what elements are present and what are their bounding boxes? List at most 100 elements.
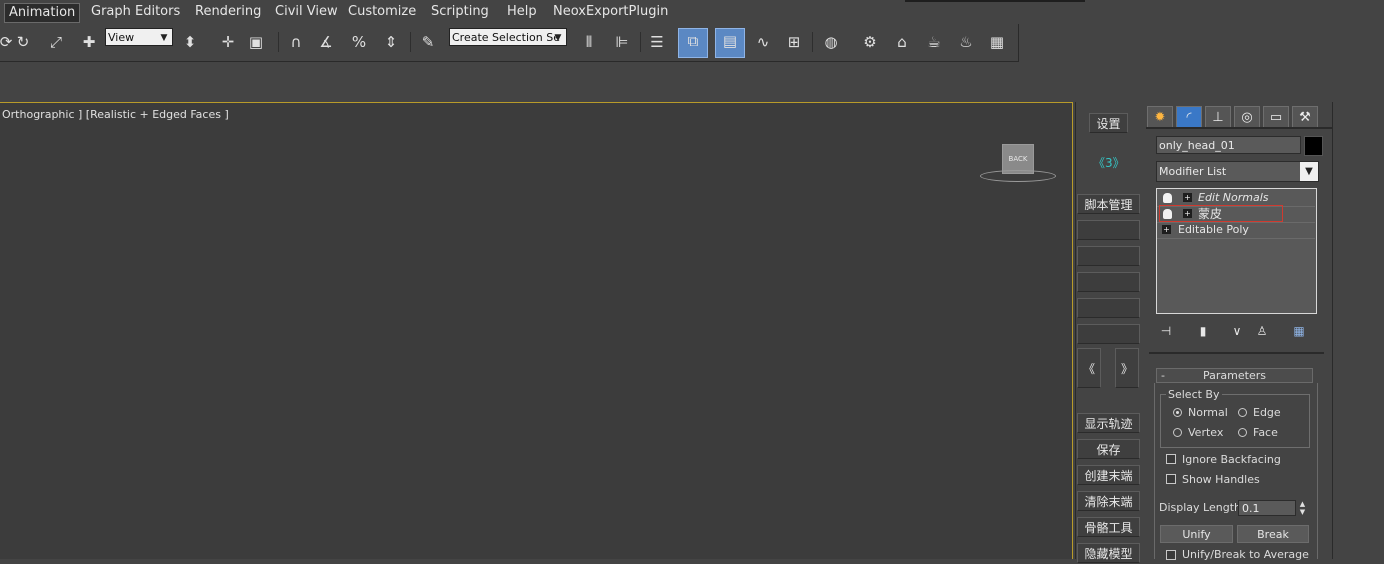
curve-editor-icon[interactable]: ∿ xyxy=(751,30,775,54)
radio-face-label: Face xyxy=(1253,426,1278,439)
configure-modifier-sets-icon[interactable]: ▦ xyxy=(1290,322,1308,340)
prev-page-button[interactable]: 《 xyxy=(1077,348,1101,388)
command-panel-gutter xyxy=(1332,102,1384,559)
menu-graph-editors[interactable]: Graph Editors xyxy=(87,3,184,21)
toggle-ribbon-icon[interactable]: ▤ xyxy=(715,28,745,58)
show-end-result-icon[interactable]: ▮ xyxy=(1194,322,1212,340)
show-trajectory-button[interactable]: 显示轨迹 xyxy=(1077,413,1140,433)
toolbar-divider xyxy=(812,32,813,52)
reference-coordinate-combo[interactable]: View ▼ xyxy=(105,28,173,46)
percent-snap-icon[interactable]: % xyxy=(347,30,371,54)
settings-button[interactable]: 设置 xyxy=(1089,113,1128,133)
radio-vertex[interactable] xyxy=(1173,428,1182,437)
radio-face[interactable] xyxy=(1238,428,1247,437)
bone-tools-button[interactable]: 骨骼工具 xyxy=(1077,517,1140,537)
page-indicator: 《3》 xyxy=(1093,156,1125,170)
tab-create[interactable]: ✹ xyxy=(1147,106,1173,128)
hammer-icon: ⚒ xyxy=(1299,110,1311,125)
empty-slot-button[interactable] xyxy=(1077,246,1140,266)
expand-icon[interactable]: + xyxy=(1162,225,1171,234)
render-iterative-icon[interactable]: ♨ xyxy=(954,30,978,54)
lightbulb-icon[interactable] xyxy=(1163,193,1172,203)
pin-stack-icon[interactable]: ⊣ xyxy=(1157,322,1175,340)
align-icon[interactable]: ⊫ xyxy=(610,30,634,54)
schematic-view-icon[interactable]: ⊞ xyxy=(782,30,806,54)
object-color-swatch[interactable] xyxy=(1304,136,1323,156)
break-button[interactable]: Break xyxy=(1237,525,1309,543)
angle-snap-icon[interactable]: ∡ xyxy=(314,30,338,54)
unify-button[interactable]: Unify xyxy=(1160,525,1233,543)
select-by-title: Select By xyxy=(1166,388,1222,401)
scene-explorer-icon[interactable]: ⧉ xyxy=(678,28,708,58)
placement-icon[interactable]: ✚ xyxy=(77,30,101,54)
make-unique-icon[interactable]: ∨ xyxy=(1228,322,1246,340)
display-length-field[interactable]: 0.1 xyxy=(1238,500,1296,516)
edit-named-selection-icon[interactable]: ✎ xyxy=(416,30,440,54)
render-setup-icon[interactable]: ⚙ xyxy=(858,30,882,54)
named-selection-set-combo[interactable]: Create Selection Se ▼ xyxy=(449,28,567,46)
show-handles-checkbox[interactable] xyxy=(1166,474,1176,484)
menu-customize[interactable]: Customize xyxy=(344,3,420,21)
unify-break-average-label: Unify/Break to Average xyxy=(1182,548,1309,561)
menu-scripting[interactable]: Scripting xyxy=(427,3,493,21)
viewport-orthographic[interactable] xyxy=(0,102,1073,559)
display-length-spinner[interactable]: ▲ ▼ xyxy=(1297,500,1308,516)
menu-help[interactable]: Help xyxy=(503,3,541,21)
empty-slot-button[interactable] xyxy=(1077,324,1140,344)
empty-slot-button[interactable] xyxy=(1077,272,1140,292)
named-selection-set-value: Create Selection Se xyxy=(452,31,560,44)
tab-divider xyxy=(1146,127,1332,129)
hide-model-button[interactable]: 隐藏模型 xyxy=(1077,543,1140,563)
stack-item-editable-poly[interactable]: + Editable Poly xyxy=(1157,222,1315,239)
toolbar-divider xyxy=(640,32,641,52)
radio-edge[interactable] xyxy=(1238,408,1247,417)
clear-end-button[interactable]: 清除末端 xyxy=(1077,491,1140,511)
expand-icon[interactable]: + xyxy=(1183,193,1192,202)
spinner-snap-icon[interactable]: ⇕ xyxy=(379,30,403,54)
remove-modifier-icon[interactable]: ♙ xyxy=(1253,322,1271,340)
mirror-icon[interactable]: ⫴ xyxy=(577,30,601,54)
render-to-texture-icon[interactable]: ▦ xyxy=(985,30,1009,54)
create-end-button[interactable]: 创建末端 xyxy=(1077,465,1140,485)
toolbar-divider xyxy=(278,32,279,52)
snaps-toggle-icon[interactable]: ∩ xyxy=(284,30,308,54)
chevron-down-icon: ▼ xyxy=(1300,162,1318,181)
viewcube-compass-ring[interactable] xyxy=(980,170,1056,182)
tab-modify[interactable]: ◜ xyxy=(1176,106,1202,128)
menu-animation[interactable]: Animation xyxy=(4,3,81,23)
panel-divider xyxy=(1149,352,1324,354)
parameters-rollout-header[interactable]: - Parameters xyxy=(1156,368,1313,383)
tab-utilities[interactable]: ⚒ xyxy=(1292,106,1318,128)
menu-rendering[interactable]: Rendering xyxy=(191,3,265,21)
toolbar-divider xyxy=(410,32,411,52)
layer-manager-icon[interactable]: ☰ xyxy=(645,30,669,54)
menu-civil-view[interactable]: Civil View xyxy=(271,3,342,21)
pivot-center-icon[interactable]: ⬍ xyxy=(178,30,202,54)
rendered-frame-window-icon[interactable]: ⌂ xyxy=(890,30,914,54)
keyboard-shortcut-override-icon[interactable]: ▣ xyxy=(244,30,268,54)
material-editor-icon[interactable]: ◍ xyxy=(819,30,843,54)
next-page-button[interactable]: 》 xyxy=(1115,348,1139,388)
viewport-label[interactable]: Orthographic ] [Realistic + Edged Faces … xyxy=(2,108,229,121)
menu-neox-export-plugin[interactable]: NeoxExportPlugin xyxy=(549,3,672,21)
tab-hierarchy[interactable]: ⊥ xyxy=(1205,106,1231,128)
select-rotate-icon[interactable]: ↻ xyxy=(11,30,35,54)
tab-motion[interactable]: ◎ xyxy=(1234,106,1260,128)
script-manager-button[interactable]: 脚本管理 xyxy=(1077,194,1140,214)
radio-normal[interactable] xyxy=(1173,408,1182,417)
radio-edge-label: Edge xyxy=(1253,406,1281,419)
save-button[interactable]: 保存 xyxy=(1077,439,1140,459)
scale-icon[interactable]: ⤢ xyxy=(44,30,68,54)
spinner-down-icon[interactable]: ▼ xyxy=(1300,508,1305,516)
empty-slot-button[interactable] xyxy=(1077,220,1140,240)
tab-display[interactable]: ▭ xyxy=(1263,106,1289,128)
spinner-up-icon[interactable]: ▲ xyxy=(1300,500,1305,508)
select-by-group xyxy=(1160,394,1310,448)
modifier-list-dropdown[interactable]: Modifier List ▼ xyxy=(1156,161,1319,182)
empty-slot-button[interactable] xyxy=(1077,298,1140,318)
object-name-field[interactable]: only_head_01 xyxy=(1156,136,1301,154)
ignore-backfacing-checkbox[interactable] xyxy=(1166,454,1176,464)
render-production-icon[interactable]: ☕ xyxy=(922,30,946,54)
modifier-list-label: Modifier List xyxy=(1159,165,1227,178)
select-manipulate-icon[interactable]: ✛ xyxy=(216,30,240,54)
